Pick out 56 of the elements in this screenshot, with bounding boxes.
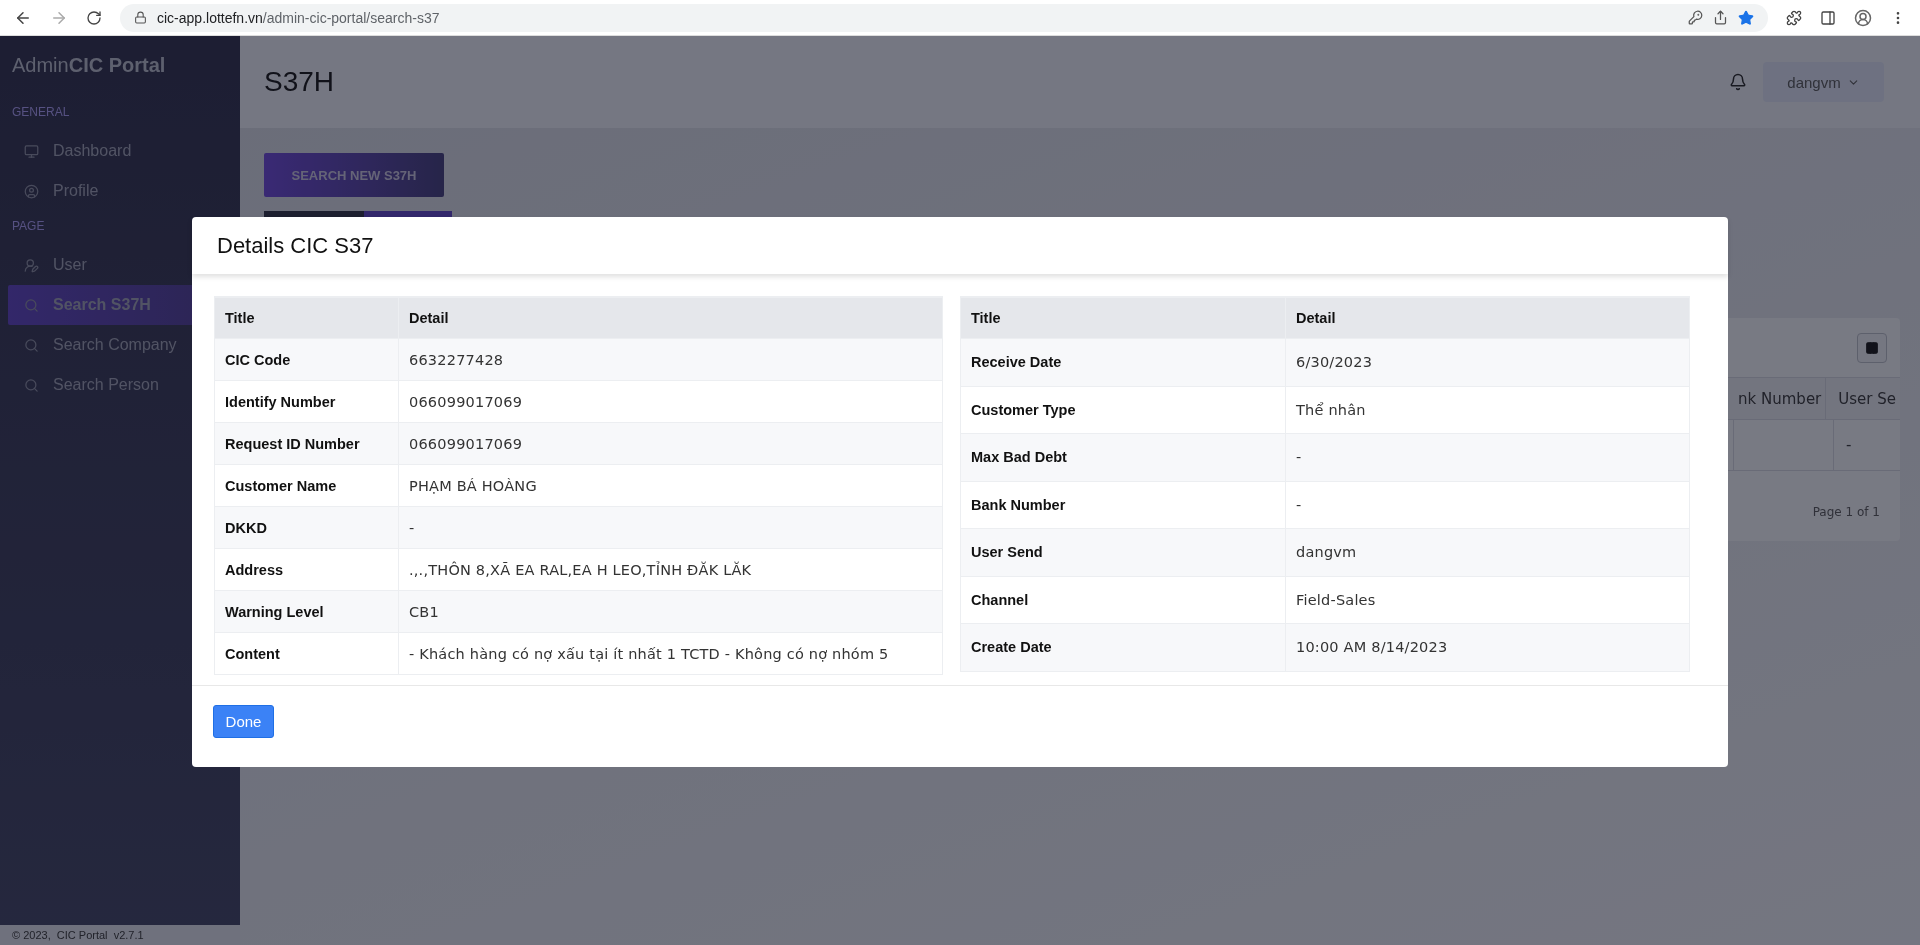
footer-text: © 2023, CIC Portal v2.7.1 (0, 925, 240, 945)
pagination-text: Page 1 of 1 (1812, 505, 1880, 519)
column-header: Detail (1285, 297, 1689, 338)
field-label: Warning Level (215, 590, 398, 632)
reload-icon[interactable] (86, 9, 102, 26)
item-icon (24, 143, 39, 159)
address-bar[interactable]: cic-app.lottefn.vn/admin-cic-portal/search-s37 (120, 3, 1768, 32)
field-value: 10:00 AM 8/14/2023 (1285, 623, 1689, 671)
field-value: Field-Sales (1285, 575, 1689, 623)
field-value: - (398, 506, 942, 548)
column-header: User Se (1825, 378, 1900, 419)
side-panel-icon[interactable] (1820, 9, 1836, 26)
item-icon (24, 183, 39, 199)
item-icon (24, 337, 39, 353)
item-icon (24, 257, 39, 273)
done-button[interactable]: Done (213, 705, 274, 738)
field-label: User Send (961, 528, 1285, 576)
field-label: Receive Date (961, 338, 1285, 386)
field-value: PHẠM BÁ HOÀNG (398, 464, 942, 506)
dialog-title: Details CIC S37 (217, 232, 374, 259)
key-icon[interactable] (1688, 10, 1703, 25)
bell-icon[interactable] (1729, 73, 1747, 91)
column-header: Title (215, 297, 398, 338)
star-icon[interactable] (1738, 9, 1754, 26)
extensions-icon[interactable] (1786, 9, 1802, 26)
lock-icon (134, 11, 147, 24)
field-value: 066099017069 (398, 380, 942, 422)
field-label: Create Date (961, 623, 1285, 671)
field-value: 066099017069 (398, 422, 942, 464)
search-new-button[interactable]: SEARCH NEW S37H (264, 153, 444, 197)
field-label: CIC Code (215, 338, 398, 380)
field-value: dangvm (1285, 528, 1689, 576)
field-value: - (1285, 480, 1689, 528)
user-menu-button[interactable]: dangvm (1763, 62, 1884, 102)
field-value: 6632277428 (398, 338, 942, 380)
field-value: CB1 (398, 590, 942, 632)
table-cell: - (1833, 420, 1900, 470)
brand-logo: AdminCIC Portal (11, 53, 167, 78)
field-label: Request ID Number (215, 422, 398, 464)
page-title: S37H (264, 66, 336, 98)
share-icon[interactable] (1713, 10, 1728, 25)
item-icon (24, 377, 39, 393)
columns-button[interactable] (1857, 332, 1887, 363)
field-value: .,.,THÔN 8,XÃ EA RAL,EA H LEO,TỈNH ĐĂK LĂK (398, 548, 942, 590)
field-value: - (1285, 433, 1689, 481)
section-heading: GENERAL (11, 104, 71, 121)
field-value: Thể nhân (1285, 385, 1689, 433)
field-value: - Khách hàng có nợ xấu tại ít nhất 1 TCTD - Không có nợ nhóm 5 (398, 632, 942, 674)
column-header: Detail (398, 297, 942, 338)
profile-icon[interactable] (1854, 8, 1872, 27)
column-header: Title (961, 297, 1285, 338)
url-text: cic-app.lottefn.vn/admin-cic-portal/search-s37 (157, 9, 440, 26)
field-label: Max Bad Debt (961, 433, 1285, 481)
field-label: DKKD (215, 506, 398, 548)
field-value: 6/30/2023 (1285, 338, 1689, 386)
item-icon (24, 297, 39, 313)
